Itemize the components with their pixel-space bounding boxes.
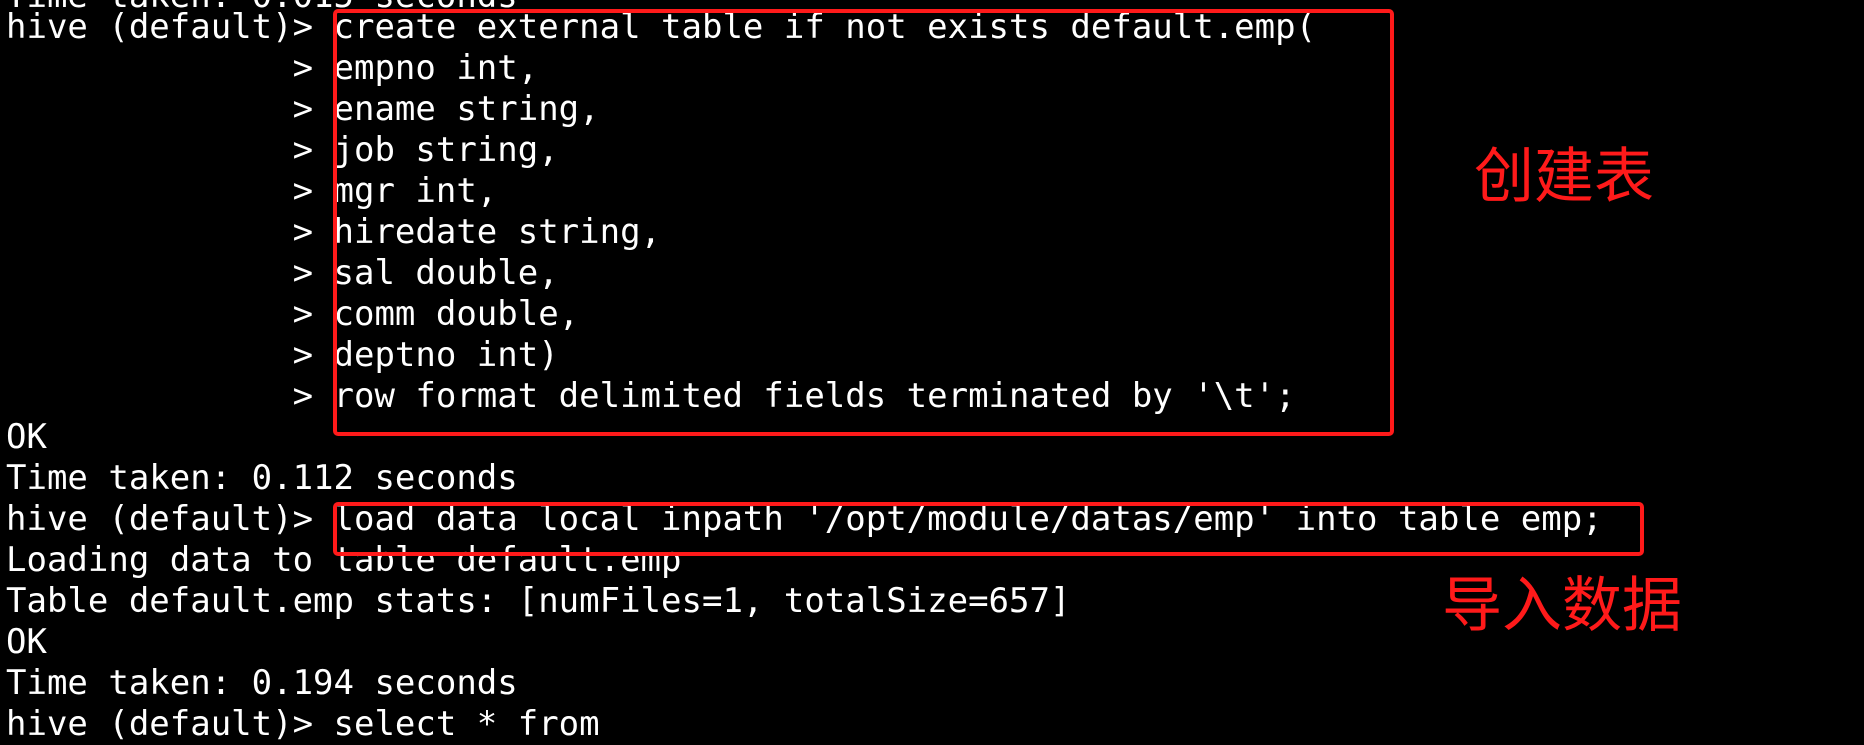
load-data-highlight-box <box>333 502 1644 556</box>
terminal-line: Table default.emp stats: [numFiles=1, to… <box>6 581 1071 621</box>
terminal-line: OK <box>6 622 47 662</box>
create-table-highlight-box <box>333 9 1394 436</box>
terminal-line: Time taken: 0.194 seconds <box>6 663 518 703</box>
terminal-line: hive (default)> select * from <box>6 704 600 744</box>
terminal-window[interactable]: Time taken: 0.015 seconds hive (default)… <box>0 0 1864 744</box>
terminal-line: Time taken: 0.112 seconds <box>6 458 518 498</box>
terminal-line: OK <box>6 417 47 457</box>
load-data-annotation: 导入数据 <box>1442 571 1682 641</box>
create-table-annotation: 创建表 <box>1474 142 1654 212</box>
